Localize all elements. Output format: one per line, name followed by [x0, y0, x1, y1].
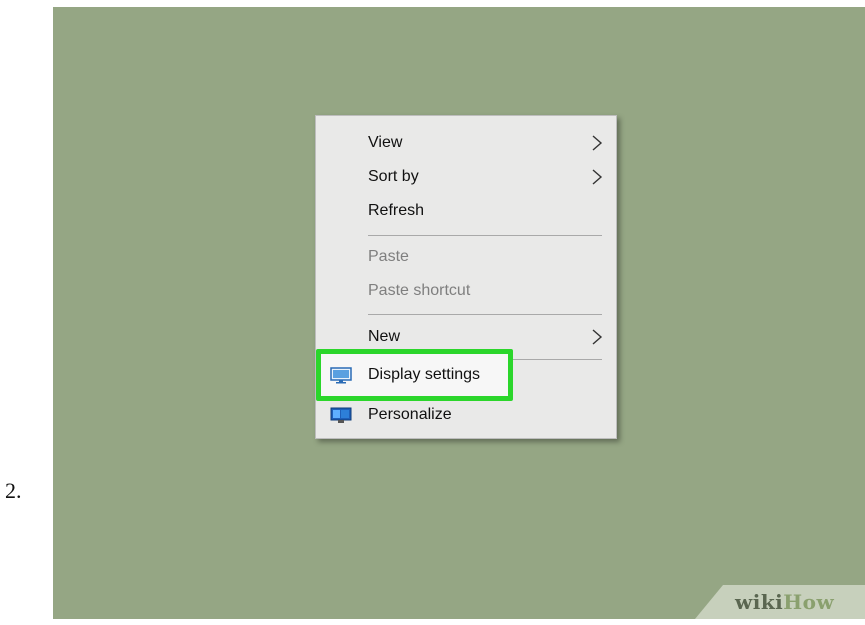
menu-item-label: Personalize: [368, 406, 452, 423]
menu-item-label: Sort by: [368, 168, 419, 185]
chevron-right-icon: [592, 329, 603, 345]
menu-item-label: New: [368, 328, 401, 345]
menu-item-label: Paste: [368, 248, 409, 265]
personalize-icon: [330, 407, 352, 423]
menu-item-paste[interactable]: Paste: [316, 240, 616, 274]
desktop-context-menu: View Sort by Refresh Paste Paste shortcu…: [315, 115, 617, 439]
watermark-wiki: wiki: [735, 590, 784, 614]
step-number: 2.: [5, 478, 22, 503]
menu-item-label: Display settings: [368, 366, 481, 383]
display-icon: [330, 367, 352, 384]
watermark-text: wikiHow: [735, 590, 834, 614]
chevron-right-icon: [592, 169, 603, 185]
menu-item-label: Refresh: [368, 202, 425, 219]
chevron-right-icon: [592, 135, 603, 151]
menu-item-refresh[interactable]: Refresh: [316, 194, 616, 228]
menu-item-view[interactable]: View: [316, 126, 616, 160]
menu-item-label: View: [368, 134, 403, 151]
wikihow-watermark: wikiHow: [695, 585, 865, 619]
menu-separator: [368, 314, 602, 315]
menu-separator: [368, 235, 602, 236]
menu-item-label: Paste shortcut: [368, 282, 471, 299]
highlight-box: Display settings: [316, 349, 513, 401]
desktop-background[interactable]: View Sort by Refresh Paste Paste shortcu…: [53, 7, 865, 619]
menu-item-paste-shortcut[interactable]: Paste shortcut: [316, 274, 616, 308]
watermark-how: How: [783, 590, 835, 614]
menu-item-display-settings[interactable]: Display settings: [316, 358, 513, 392]
menu-item-personalize[interactable]: Personalize: [316, 398, 616, 432]
menu-item-sort-by[interactable]: Sort by: [316, 160, 616, 194]
